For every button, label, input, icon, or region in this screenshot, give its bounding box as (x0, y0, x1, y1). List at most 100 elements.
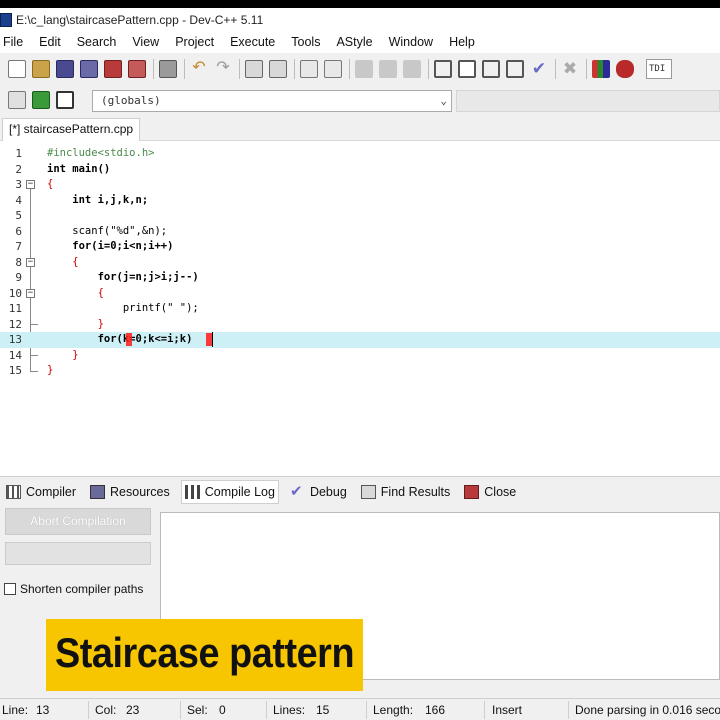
scope-select-value: (globals) (101, 94, 161, 107)
compile-run-icon[interactable] (482, 60, 500, 78)
status-divider (88, 701, 89, 719)
menu-project[interactable]: Project (175, 35, 214, 49)
close-doc-icon (464, 484, 480, 499)
fold-collapse-icon[interactable]: − (26, 180, 35, 189)
tab-compiler[interactable]: Compiler (3, 480, 79, 504)
code-line: 6 scanf("%d",&n); (0, 224, 720, 240)
code-line: 4 int i,j,k,n; (0, 193, 720, 209)
menu-file[interactable]: File (3, 35, 23, 49)
menu-search[interactable]: Search (77, 35, 117, 49)
menu-astyle[interactable]: AStyle (336, 35, 372, 49)
compile-icon[interactable] (434, 60, 452, 78)
run-icon[interactable] (458, 60, 476, 78)
code-line: 15 } (0, 363, 720, 379)
status-sel-value: 0 (219, 703, 226, 717)
code-text: { (47, 255, 79, 268)
close-all-icon[interactable] (128, 60, 146, 78)
check-icon[interactable]: ✔ (530, 60, 548, 78)
tab-find-results[interactable]: Find Results (358, 480, 453, 504)
find-icon[interactable] (245, 60, 263, 78)
status-sel-label: Sel: (187, 703, 208, 717)
bookmark-icon[interactable] (403, 60, 421, 78)
code-text: } (47, 364, 54, 376)
code-text: { (47, 178, 54, 190)
bracket-open-highlight (126, 333, 132, 346)
fold-collapse-icon[interactable]: − (26, 257, 35, 267)
save-icon[interactable] (56, 60, 74, 78)
debug-icon[interactable] (616, 60, 634, 78)
menu-help[interactable]: Help (449, 35, 475, 49)
goto-line-icon[interactable] (324, 60, 342, 78)
status-divider (266, 701, 267, 719)
toolbar-separator (294, 59, 295, 79)
back-icon[interactable] (355, 60, 373, 78)
stop-icon[interactable]: ✖ (561, 60, 579, 78)
line-number: 5 (15, 209, 22, 222)
new-file-icon[interactable] (8, 60, 26, 78)
menu-tools[interactable]: Tools (291, 35, 320, 49)
add-to-project-icon[interactable] (32, 91, 50, 109)
line-number: 11 (8, 302, 22, 315)
tab-close-label: Close (484, 484, 517, 499)
code-text: for(j=n;j>i;j--) (47, 271, 199, 283)
status-lines-value: 15 (316, 703, 330, 717)
shorten-paths-checkbox[interactable] (4, 583, 16, 595)
replace-icon[interactable] (269, 60, 287, 78)
indent-icon[interactable] (300, 60, 318, 78)
chart-icon (184, 484, 200, 499)
code-text: } (47, 317, 104, 330)
line-number: 4 (15, 193, 22, 207)
redo-icon[interactable]: ↷ (214, 60, 232, 78)
tab-compile-log[interactable]: Compile Log (180, 479, 279, 504)
fold-collapse-icon[interactable]: − (26, 288, 35, 298)
status-line-label: Line: (2, 703, 29, 717)
open-file-icon[interactable] (32, 60, 50, 78)
forward-icon[interactable] (379, 60, 397, 78)
line-number: 15 (8, 364, 22, 377)
menu-view[interactable]: View (132, 35, 159, 49)
toolbar-separator (349, 59, 350, 79)
check-icon: ✔ (289, 482, 303, 500)
tab-resources[interactable]: Resources (87, 480, 173, 504)
print-icon[interactable] (159, 60, 177, 78)
code-editor[interactable]: 1 #include<stdio.h> 2 int main() 3 − { 4… (0, 141, 720, 476)
undo-icon[interactable]: ↶ (190, 60, 208, 78)
line-number: 3 (15, 178, 22, 191)
status-line-value: 13 (36, 703, 50, 717)
code-line: 10 − { (0, 286, 720, 302)
tab-close[interactable]: Close (461, 480, 519, 504)
code-line: 3 − { (0, 177, 720, 193)
status-divider (484, 701, 485, 719)
status-length-label: Length: (373, 703, 414, 717)
toolbar-separator (239, 59, 240, 79)
save-all-icon[interactable] (80, 60, 98, 78)
line-number: 7 (15, 240, 22, 253)
project-options-icon[interactable] (56, 91, 74, 109)
menu-edit[interactable]: Edit (39, 35, 61, 49)
video-caption: Staircase pattern (46, 619, 363, 691)
abort-compilation-button[interactable]: Abort Compilation (5, 508, 151, 535)
code-line: 5 (0, 208, 720, 224)
line-number: 10 (8, 286, 22, 300)
chart-icon[interactable] (592, 60, 610, 78)
menu-execute[interactable]: Execute (230, 35, 275, 49)
grid-icon (6, 484, 21, 499)
toolbar-separator (555, 59, 556, 79)
tab-staircase-pattern[interactable]: [*] staircasePattern.cpp (2, 118, 141, 141)
code-text: for(i=0;i<n;i++) (47, 240, 174, 252)
code-line: 1 #include<stdio.h> (0, 146, 720, 162)
shorten-paths-option[interactable]: Shorten compiler paths (4, 582, 143, 596)
class-browser-icon[interactable] (8, 91, 26, 109)
code-text: int i,j,k,n; (47, 193, 149, 206)
rebuild-icon[interactable] (506, 60, 524, 78)
bottom-panel-tabs: Compiler Resources Compile Log ✔ Debug F… (0, 476, 720, 506)
compiler-select[interactable]: TDI (646, 59, 672, 79)
line-number: 1 (15, 147, 22, 160)
function-select[interactable] (456, 90, 720, 112)
scope-select[interactable]: (globals) ⌄ (92, 90, 452, 112)
code-text: int main() (47, 162, 111, 175)
tab-debug[interactable]: ✔ Debug (287, 480, 350, 504)
close-file-icon[interactable] (104, 60, 122, 78)
resources-icon (90, 484, 106, 499)
menu-window[interactable]: Window (389, 35, 433, 49)
